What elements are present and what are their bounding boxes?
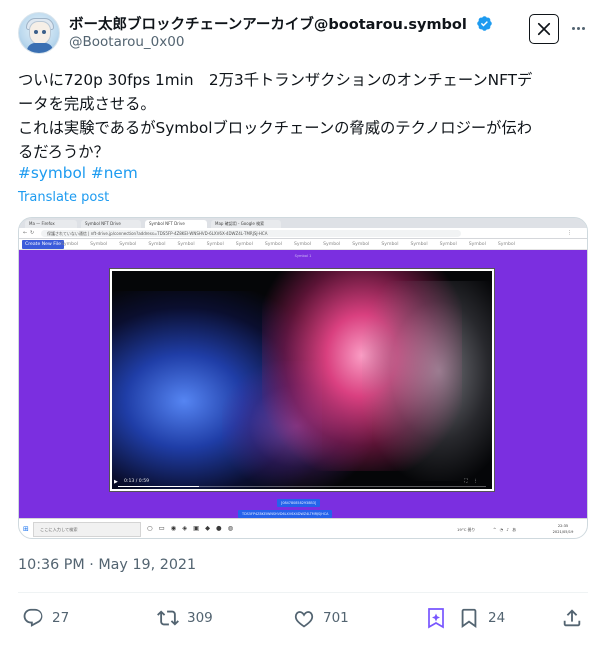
browser-tab-strip: Ma — Firefox Symbol NFT Drive Symbol NFT… (19, 218, 587, 228)
symbol-tab: Symbol (323, 242, 341, 247)
taskbar-weather: 19°C 曇り (457, 527, 476, 532)
video-frame-smoke: ▶ 0:13 / 0:59 ⛶⋮ (112, 271, 492, 489)
symbol-tab: Symbol (177, 242, 195, 247)
share-button[interactable] (561, 607, 583, 629)
taskbar-search: ここに入力して検索 (33, 522, 141, 537)
system-tray-icons: ^ ◔ ♪ あ (493, 527, 518, 532)
video-progress-bar (118, 485, 486, 487)
tweet-text: ついに720p 30fps 1min 2万3千トランザクションのオンチェーンNF… (18, 68, 590, 164)
symbol-tab: Symbol (90, 242, 108, 247)
url-field: 保護されていない通信 | nft-drive.jp/connection?add… (41, 230, 461, 237)
bookmark-count: 24 (488, 610, 506, 626)
grok-glyph-icon (537, 22, 551, 36)
symbol-tab: Symbol (381, 242, 399, 247)
dot-icon (571, 26, 575, 30)
avatar-eye-icon (42, 30, 46, 34)
symbol-tab: Symbol (294, 242, 312, 247)
symbol-tab: Symbol (439, 242, 457, 247)
bookmark-button[interactable]: 24 (458, 607, 505, 629)
clock-date: 2021/05/19 (552, 530, 574, 534)
browser-address-bar: ← ↻ 保護されていない通信 | nft-drive.jp/connection… (19, 228, 587, 239)
tweet-line: これは実験であるがSymbolブロックチェーンの脅威のテクノロジーが伝わ (18, 119, 533, 137)
taskbar-app-icons: ○▭◉◈▣◆●◍ (147, 524, 240, 532)
play-icon: ▶ (114, 479, 118, 485)
avatar-face (29, 21, 51, 45)
reply-icon (23, 608, 43, 627)
symbol-tab: Symbol (148, 242, 166, 247)
bookmark-icon (461, 608, 477, 629)
author-name[interactable]: ボー太郎ブロックチェーンアーカイブ@bootarou.symbol (69, 13, 493, 34)
tweet-line: るだろうか？ (18, 143, 109, 161)
address-badge: TDS5FP4Z8KEIWNSHVD6LXV6X4DWZ4LTMRJSJHCA (238, 510, 333, 518)
symbol-tab: Symbol (206, 242, 224, 247)
windows-taskbar: ⊞ ここに入力して検索 ○▭◉◈▣◆●◍ 19°C 曇り ^ ◔ ♪ あ 22:… (19, 518, 587, 538)
tweet-line: ついに720p 30fps 1min 2万3千トランザクションのオンチェーンNF… (18, 71, 533, 89)
browser-menu-icon: ⋮ (567, 230, 572, 236)
windows-start-icon: ⊞ (23, 525, 29, 533)
share-icon (563, 609, 581, 627)
heart-icon (294, 611, 314, 628)
symbol-tab: Symbol (264, 242, 282, 247)
hash-badge: [0847808582938B3] (277, 499, 321, 507)
author-name-text[interactable]: ボー太郎ブロックチェーンアーカイブ@bootarou.symbol (69, 17, 467, 33)
repost-icon (157, 610, 179, 626)
grok-icon[interactable] (529, 14, 559, 44)
reply-count: 27 (52, 610, 70, 626)
avatar[interactable] (18, 12, 60, 54)
media-image[interactable]: Ma — Firefox Symbol NFT Drive Symbol NFT… (18, 217, 588, 539)
tweet-line: ータを完成させる。 (18, 95, 156, 113)
symbol-tab: Symbol (119, 242, 137, 247)
video-progress-fill (118, 485, 199, 487)
video-player: ▶ 0:13 / 0:59 ⛶⋮ (109, 268, 495, 492)
author-handle[interactable]: @Bootarou_0x00 (69, 34, 184, 50)
dot-icon (581, 26, 585, 30)
symbol-tab: Symbol (468, 242, 486, 247)
reload-icon: ↻ (30, 230, 35, 236)
create-new-file-button: Create New File (22, 240, 64, 249)
symbol-tab: Symbol (410, 242, 428, 247)
back-icon: ← (23, 230, 28, 236)
reply-button[interactable]: 27 (22, 607, 69, 629)
avatar-body (27, 43, 53, 53)
tweet-timestamp[interactable]: 10:36 PM · May 19, 2021 (18, 557, 196, 573)
browser-tab: Ma — Firefox (25, 220, 77, 228)
like-count: 701 (323, 610, 349, 626)
symbol-tab: Symbol (497, 242, 515, 247)
app-toolbar: Create New File Symbol Symbol Symbol Symbol… (19, 239, 587, 250)
symbol-tab: Symbol (235, 242, 253, 247)
verified-badge-icon (477, 16, 492, 31)
viewer-caption: Symbol 1 (294, 254, 312, 258)
nft-viewer-canvas: Symbol 1 ▶ 0:13 / 0:59 ⛶⋮ [0847808582938… (19, 250, 587, 518)
symbol-tab-list: Symbol Symbol Symbol Symbol Symbol Symbol Symb… (61, 239, 527, 249)
dot-icon (576, 26, 580, 30)
translate-post-link[interactable]: Translate post (18, 190, 109, 205)
symbol-tab: Symbol (352, 242, 370, 247)
grok-badge-icon (428, 608, 444, 629)
repost-count: 309 (187, 610, 213, 626)
symbol-tab: Symbol (61, 242, 79, 247)
more-options-icon[interactable] (566, 15, 590, 41)
video-control-icons: ⛶⋮ (464, 479, 484, 484)
browser-tab: Map 確認用 - Google 検索 (211, 220, 281, 228)
like-button[interactable]: 701 (293, 607, 349, 629)
avatar-eye-icon (34, 30, 38, 34)
grok-analyze-button[interactable] (426, 607, 446, 629)
smoke-white (362, 281, 492, 481)
divider (18, 592, 588, 593)
repost-button[interactable]: 309 (157, 607, 213, 629)
browser-tab-active: Symbol NFT Drive (145, 220, 207, 228)
hashtag-links[interactable]: #symbol #nem (18, 164, 138, 182)
browser-tab: Symbol NFT Drive (81, 220, 141, 228)
video-time: 0:13 / 0:59 (124, 479, 150, 484)
taskbar-clock: 22:35 2021/05/19 (549, 523, 577, 535)
video-controls: ▶ 0:13 / 0:59 ⛶⋮ (112, 473, 492, 489)
